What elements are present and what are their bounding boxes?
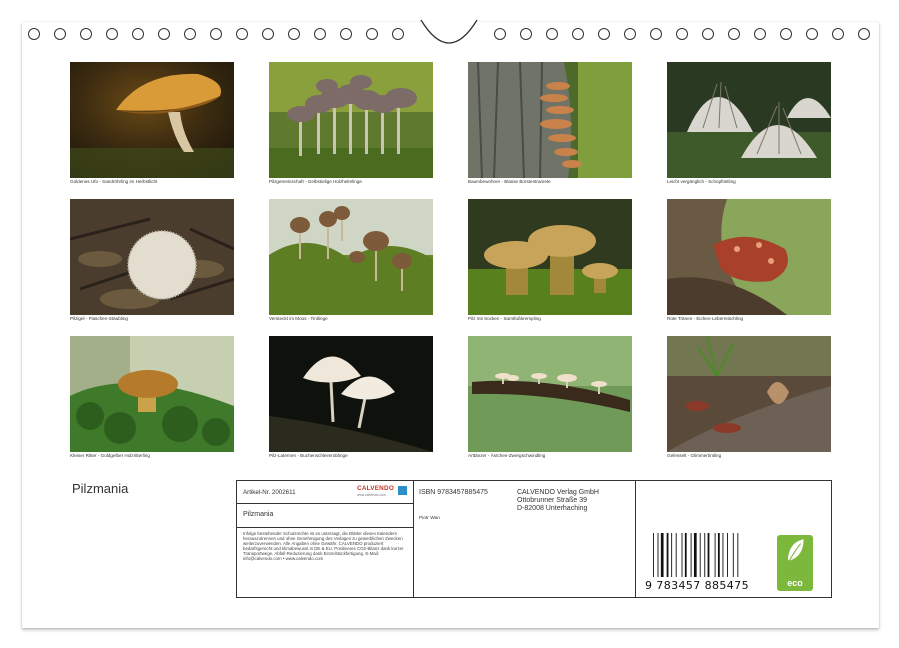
barcode-bar <box>675 533 677 577</box>
binding-ring <box>780 28 792 40</box>
photo-goldenes-ufo <box>70 62 234 178</box>
legal-notice: Infolge bestehender Schutzrechte ist es … <box>243 531 404 562</box>
article-number: Artikel-Nr. 2002611 <box>243 489 296 496</box>
barcode-bar <box>693 533 697 577</box>
photo-caption: Kleiner Ritter - Goldgelber Holzritterli… <box>70 453 150 458</box>
barcode-bar <box>727 533 728 577</box>
binding-ring <box>106 28 118 40</box>
barcode-number: 9 783457 885475 <box>645 579 749 592</box>
photo-caption: Versteckt im Moos - Tintlinge <box>269 316 328 321</box>
publisher-city: D-82008 Unterhaching <box>517 505 588 512</box>
logo-square-icon <box>398 486 407 495</box>
eco-badge: eco <box>777 535 813 591</box>
product-title: Pilzmania <box>243 511 274 518</box>
photo-baumbewohner <box>468 62 632 178</box>
photo-caption: Rote Tränen - Eichen-Leberreischling <box>667 316 744 321</box>
binding-ring <box>392 28 404 40</box>
photo-schopftintling <box>667 62 831 178</box>
binding-ring <box>262 28 274 40</box>
photo-versteckt-im-moos <box>269 199 433 315</box>
binding-ring <box>158 28 170 40</box>
binding-ring <box>340 28 352 40</box>
photo-gefesselt <box>667 336 831 452</box>
photo-pilz-laternen <box>269 336 433 452</box>
binding-ring <box>210 28 222 40</box>
barcode-bar <box>671 533 673 577</box>
barcode-bar <box>717 533 720 577</box>
barcode-bar <box>690 533 692 577</box>
leaf-icon <box>787 539 804 561</box>
barcode-bar <box>722 533 724 577</box>
binding-ring <box>754 28 766 40</box>
binding-ring <box>54 28 66 40</box>
photo-arttaenzer <box>468 336 632 452</box>
binding-ring <box>702 28 714 40</box>
barcode-bar <box>732 533 734 577</box>
info-column-publisher: ISBN 9783457885475 Piotr Wan CALVENDO Ve… <box>413 481 636 597</box>
binding-ring <box>184 28 196 40</box>
photo-kleiner-ritter <box>70 336 234 452</box>
photo-caption: Pilz mit Socken - Samtfußkrempling <box>468 316 541 321</box>
spiral-binding <box>0 0 899 60</box>
publisher-name: CALVENDO Verlag GmbH <box>517 489 599 496</box>
isbn-barcode <box>653 533 739 577</box>
isbn-number: ISBN 9783457885475 <box>419 489 488 496</box>
binding-ring <box>132 28 144 40</box>
binding-ring <box>832 28 844 40</box>
photo-caption: Goldenes Ufo - Sandröhrling im Herbstlic… <box>70 179 158 184</box>
binding-ring <box>806 28 818 40</box>
barcode-bar <box>714 533 716 577</box>
binding-ring <box>288 28 300 40</box>
binding-ring <box>80 28 92 40</box>
calendar-title: Pilzmania <box>72 481 129 496</box>
barcode-bar <box>699 533 701 577</box>
barcode-bar <box>707 533 710 577</box>
photo-caption: Pilzigel - Flaschen-Stäubling <box>70 316 128 321</box>
barcode-bar <box>684 533 687 577</box>
publisher-street: Ottobrunner Straße 39 <box>517 497 588 504</box>
barcode-bar <box>657 533 659 577</box>
eco-label: eco <box>787 578 803 588</box>
photo-caption: Baumbewohner - Blasse Borstentramete <box>468 179 551 184</box>
photo-pilzgemeinschaft <box>269 62 433 178</box>
binding-ring <box>236 28 248 40</box>
info-column-product: Artikel-Nr. 2002611 CALVENDO www.calvend… <box>237 481 414 597</box>
barcode-bar <box>704 533 706 577</box>
photo-pilz-mit-socken <box>468 199 632 315</box>
logo-url: www.calvendo.com <box>357 493 387 497</box>
product-title-row: Pilzmania <box>237 503 413 528</box>
author-name: Piotr Wan <box>419 516 440 521</box>
binding-ring <box>728 28 740 40</box>
binding-ring <box>572 28 584 40</box>
hanger-hook <box>420 19 478 44</box>
binding-ring <box>314 28 326 40</box>
binding-ring <box>676 28 688 40</box>
logo-wordmark: CALVENDO <box>357 485 394 492</box>
binding-ring <box>598 28 610 40</box>
binding-ring <box>520 28 532 40</box>
photo-pilzigel <box>70 199 234 315</box>
photo-caption: Pilzgemeinschaft - Gelbstielige Holzhelm… <box>269 179 362 184</box>
photo-caption: Leicht vergänglich - Schopftintling <box>667 179 736 184</box>
publication-info-box: Artikel-Nr. 2002611 CALVENDO www.calvend… <box>236 480 832 598</box>
barcode-bar <box>660 533 664 577</box>
photo-caption: Pilz-Laternen - Buchenschleimrüblinge <box>269 453 348 458</box>
binding-ring <box>624 28 636 40</box>
barcode-bar <box>653 533 654 577</box>
photo-rote-traenen <box>667 199 831 315</box>
photo-caption: Gefesselt - Glimmertintling <box>667 453 722 458</box>
article-row: Artikel-Nr. 2002611 CALVENDO www.calvend… <box>237 481 413 504</box>
calvendo-logo: CALVENDO www.calvendo.com <box>357 484 409 500</box>
binding-ring <box>28 28 40 40</box>
binding-ring <box>366 28 378 40</box>
info-column-barcode: 9 783457 885475 eco <box>635 481 831 597</box>
barcode-bar <box>681 533 683 577</box>
barcode-bar <box>666 533 669 577</box>
binding-ring <box>546 28 558 40</box>
barcode-bar <box>737 533 739 577</box>
photo-caption: Arttänzer - Ästchen-Zwergschwindling <box>468 453 546 458</box>
binding-ring <box>858 28 870 40</box>
binding-ring <box>494 28 506 40</box>
binding-ring <box>650 28 662 40</box>
